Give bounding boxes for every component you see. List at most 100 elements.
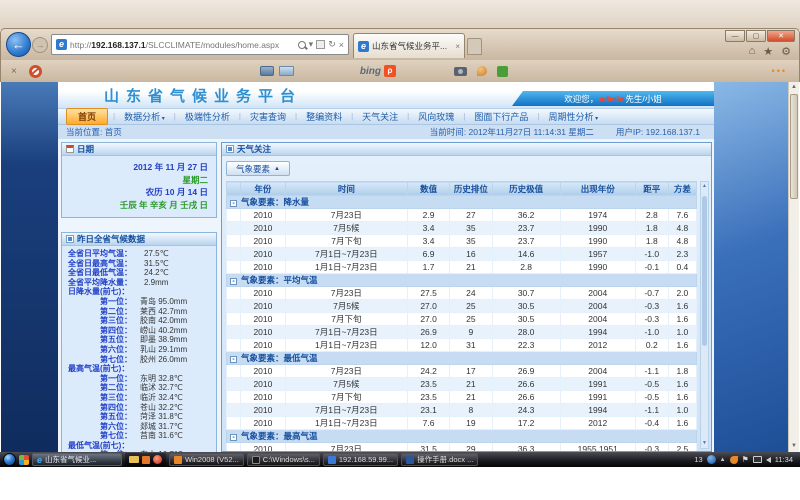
menu-tab-3[interactable]: 极端性分析 [176, 110, 239, 123]
bing-logo[interactable]: bing ρ [360, 65, 396, 77]
rank-row: 第五位：即墨 38.9mm [68, 335, 213, 345]
start-button[interactable] [3, 453, 16, 466]
pinned-app-icon[interactable] [19, 455, 29, 465]
scroll-thumb[interactable] [702, 196, 707, 346]
menu-tab-5[interactable]: 整编资料 [297, 110, 351, 123]
table-group-row[interactable]: -气象要素：降水量 [227, 196, 697, 209]
rank-label: 第七位： [100, 355, 140, 365]
stop-icon[interactable]: × [339, 40, 344, 50]
table-cell: 0.2 [635, 339, 668, 352]
volume-icon[interactable] [766, 457, 771, 463]
addon-puzzle-icon[interactable] [497, 66, 508, 77]
collapse-icon[interactable]: - [230, 200, 237, 207]
tray-expand-icon[interactable]: ▲ [720, 457, 726, 463]
browser-tab[interactable]: e 山东省气候业务平... × [353, 33, 465, 58]
scrollbar-down-icon[interactable]: ▼ [789, 441, 799, 452]
maximize-button[interactable]: ▢ [746, 30, 766, 42]
table-row: 20107月23日31.52936.31955,1951-0.32.5 [227, 443, 697, 452]
camera-icon[interactable] [454, 67, 467, 76]
taskbar-buttons: Win2008 (V52...C:\Windows\s... 192.168.59… [169, 453, 478, 466]
taskbar-window-button-1[interactable]: Win2008 (V52... [169, 453, 244, 466]
taskbar-window-button-4[interactable]: 操作手册.docx ... [401, 453, 478, 466]
blocked-icon[interactable] [29, 65, 42, 78]
table-cell: 7月1日~7月23日 [285, 248, 407, 261]
menu-tab-4[interactable]: 灾害查询 [241, 110, 295, 123]
table-row: 20107月1日~7月23日6.91614.61957-1.02.3 [227, 248, 697, 261]
table-group-row[interactable]: -气象要素：最高气温 [227, 430, 697, 443]
rank-value: 崂山 40.2mm [140, 326, 187, 336]
table-row: 20107月1日~7月23日23.1824.31994-1.11.0 [227, 404, 697, 417]
arrow-up-icon: ▲ [274, 166, 280, 172]
app-icon-orange[interactable] [142, 456, 150, 464]
table-cell: 1月1日~7月23日 [285, 261, 407, 274]
home-icon[interactable]: ⌂ [749, 45, 756, 58]
forward-button[interactable]: → [32, 37, 48, 53]
system-tray: 13 ▲ ⚑ 11:34 [694, 455, 797, 464]
scrollbar-thumb[interactable] [790, 94, 798, 199]
scroll-down-icon[interactable]: ▼ [701, 439, 708, 448]
scroll-up-icon[interactable]: ▲ [701, 182, 708, 191]
table-group-row[interactable]: -气象要素：平均气温 [227, 274, 697, 287]
address-bar[interactable]: e http://192.168.137.1/SLCCLIMATE/module… [51, 34, 349, 55]
tray-globe-icon[interactable] [707, 455, 716, 464]
date-line-1: 2012 年 11 月 27 日 [70, 161, 208, 174]
element-filter-button[interactable]: 气象要素 ▲ [226, 161, 290, 176]
table-cell: 7月1日~7月23日 [285, 404, 407, 417]
table-cell: 23.5 [407, 391, 449, 404]
media-player-icon[interactable] [153, 455, 162, 464]
scrollbar-up-icon[interactable]: ▲ [789, 82, 799, 93]
table-cell: 2010 [241, 443, 286, 452]
menu-tab-8[interactable]: 图面下行产品 [465, 110, 537, 123]
panel-scrollbar[interactable]: ▲ ▼ [700, 181, 709, 449]
group-title: 气象要素：最低气温 [241, 353, 318, 363]
table-cell: 27.5 [407, 287, 449, 300]
rank-label: 第四位： [100, 326, 140, 336]
taskbar-window-button-3[interactable]: 192.168.59.99... [323, 453, 398, 466]
network-icon[interactable] [753, 456, 762, 463]
search-dropdown-icon[interactable]: ▾ [309, 39, 314, 50]
settings-gear-icon[interactable]: ⚙ [781, 45, 791, 58]
compatibility-view-icon[interactable] [316, 40, 325, 49]
stat-row: 全省日最低气温：24.2℃ [68, 268, 213, 278]
row-expand-cell [227, 222, 241, 235]
table-cell: 31.5 [407, 443, 449, 452]
mail-icon[interactable] [279, 66, 294, 76]
action-center-flag-icon[interactable]: ⚑ [742, 455, 749, 464]
favorites-star-icon[interactable]: ★ [763, 45, 773, 58]
tray-app-icon[interactable] [730, 456, 738, 464]
new-tab-button[interactable] [467, 38, 482, 55]
minimize-button[interactable]: — [725, 30, 745, 42]
address-bar-icons: ▾ ↻ × [298, 39, 344, 50]
collapse-icon[interactable]: - [230, 434, 237, 441]
taskbar-ie-button[interactable]: e 山东省气候业... [32, 453, 122, 466]
row-expand-cell [227, 326, 241, 339]
close-button[interactable]: ✕ [767, 30, 795, 42]
sidebar-close-icon[interactable]: × [11, 66, 17, 77]
table-cell: 8 [450, 404, 492, 417]
climate-panel-title: 昨日全省气候数据 [77, 233, 145, 245]
breadcrumb: 当前位置: 首页 [66, 126, 122, 138]
table-group-row[interactable]: -气象要素：最低气温 [227, 352, 697, 365]
date-panel: 日期 2012 年 11 月 27 日星期二农历 10 月 14 日壬辰 年 辛… [61, 142, 217, 218]
card-icon[interactable] [260, 66, 274, 76]
refresh-icon[interactable]: ↻ [328, 39, 336, 50]
tab-close-icon[interactable]: × [455, 42, 460, 51]
more-options-icon[interactable]: ••• [772, 66, 787, 76]
assistant-icon[interactable] [477, 66, 487, 76]
folder-icon[interactable] [129, 456, 139, 463]
menu-tab-1[interactable]: 首页 [66, 108, 108, 125]
taskbar-window-button-2[interactable]: C:\Windows\s... [247, 453, 320, 466]
search-icon[interactable] [298, 41, 306, 49]
collapse-icon[interactable]: - [230, 278, 237, 285]
collapse-icon[interactable]: - [230, 356, 237, 363]
back-button[interactable]: ← [6, 32, 31, 57]
menu-tab-2[interactable]: 数据分析 ▾ [115, 110, 174, 123]
menu-tab-9[interactable]: 周期性分析 ▾ [539, 110, 607, 123]
menu-tab-6[interactable]: 天气关注 [353, 110, 407, 123]
browser-scrollbar[interactable]: ▲ ▼ [788, 82, 799, 452]
tab-favicon-icon: e [358, 41, 369, 52]
stat-row: 全省日最高气温：31.5℃ [68, 259, 213, 269]
menu-tab-7[interactable]: 风向玫瑰 [409, 110, 463, 123]
table-cell: 2012 [560, 417, 635, 430]
taskbar-button-label: 192.168.59.99... [339, 455, 393, 464]
